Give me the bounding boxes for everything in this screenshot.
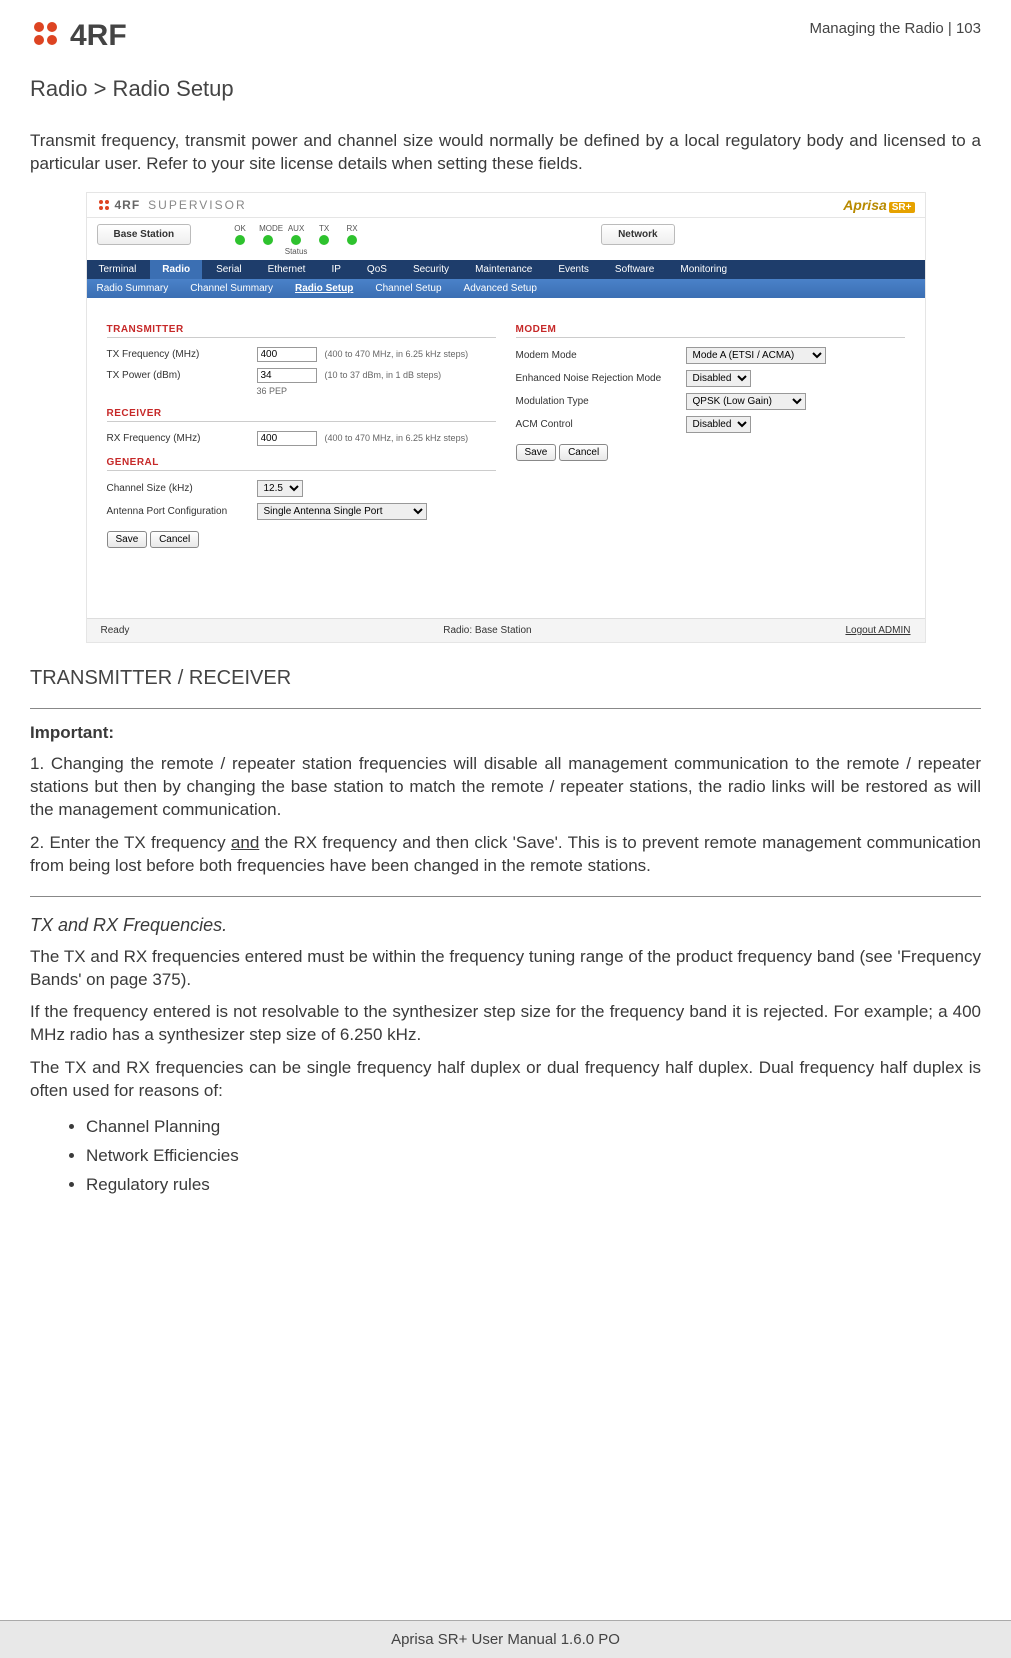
enr-label: Enhanced Noise Rejection Mode <box>516 373 686 384</box>
tx-power-hint: (10 to 37 dBm, in 1 dB steps) <box>325 370 442 380</box>
status-leds: OKMODEAUXTXRX Status <box>231 224 361 256</box>
nav-item-serial[interactable]: Serial <box>204 260 254 279</box>
main-nav: TerminalRadioSerialEthernetIPQoSSecurity… <box>87 260 925 279</box>
subnav-item-advanced-setup[interactable]: Advanced Setup <box>454 279 547 298</box>
tx-power-label: TX Power (dBm) <box>107 370 257 381</box>
important-note-1: 1. Changing the remote / repeater statio… <box>30 753 981 822</box>
subnav-item-channel-setup[interactable]: Channel Setup <box>365 279 451 298</box>
nav-item-software[interactable]: Software <box>603 260 666 279</box>
freq-para-2: If the frequency entered is not resolvab… <box>30 1001 981 1047</box>
led-header: AUX <box>287 224 305 233</box>
freq-para-3: The TX and RX frequencies can be single … <box>30 1057 981 1103</box>
logo-text: 4RF <box>70 19 127 53</box>
nav-item-terminal[interactable]: Terminal <box>87 260 149 279</box>
antenna-port-label: Antenna Port Configuration <box>107 506 257 517</box>
led-header: MODE <box>259 224 277 233</box>
mod-type-select[interactable]: QPSK (Low Gain) <box>686 393 806 410</box>
transmitter-header: TRANSMITTER <box>107 324 496 338</box>
status-ready: Ready <box>101 625 130 636</box>
nav-item-events[interactable]: Events <box>546 260 601 279</box>
modem-mode-label: Modem Mode <box>516 350 686 361</box>
nav-item-qos[interactable]: QoS <box>355 260 399 279</box>
acm-label: ACM Control <box>516 419 686 430</box>
subnav-item-channel-summary[interactable]: Channel Summary <box>180 279 283 298</box>
general-header: GENERAL <box>107 457 496 471</box>
list-item: Channel Planning <box>86 1113 981 1142</box>
modem-mode-select[interactable]: Mode A (ETSI / ACMA) <box>686 347 826 364</box>
page-footer: Aprisa SR+ User Manual 1.6.0 PO <box>0 1620 1011 1658</box>
list-item: Regulatory rules <box>86 1171 981 1200</box>
led-header: OK <box>231 224 249 233</box>
led-header: TX <box>315 224 333 233</box>
tx-power-input[interactable] <box>257 368 317 383</box>
cancel-button-left[interactable]: Cancel <box>150 531 199 548</box>
divider <box>30 708 981 709</box>
mod-type-label: Modulation Type <box>516 396 686 407</box>
subnav-item-radio-summary[interactable]: Radio Summary <box>87 279 179 298</box>
acm-select[interactable]: Disabled <box>686 416 751 433</box>
network-tab[interactable]: Network <box>601 224 674 245</box>
page-title: Radio > Radio Setup <box>30 76 981 102</box>
logout-link[interactable]: Logout ADMIN <box>845 625 910 636</box>
save-button-right[interactable]: Save <box>516 444 557 461</box>
nav-item-radio[interactable]: Radio <box>150 260 202 279</box>
header-page-info: Managing the Radio | 103 <box>809 18 981 37</box>
intro-paragraph: Transmit frequency, transmit power and c… <box>30 130 981 176</box>
important-title: Important: <box>30 723 981 743</box>
channel-size-label: Channel Size (kHz) <box>107 483 257 494</box>
channel-size-select[interactable]: 12.5 <box>257 480 303 497</box>
tx-freq-label: TX Frequency (MHz) <box>107 349 257 360</box>
tx-freq-input[interactable] <box>257 347 317 362</box>
rx-freq-label: RX Frequency (MHz) <box>107 433 257 444</box>
enr-select[interactable]: Disabled <box>686 370 751 387</box>
save-button-left[interactable]: Save <box>107 531 148 548</box>
nav-item-security[interactable]: Security <box>401 260 461 279</box>
ss-logo-dots-icon <box>97 198 111 212</box>
nav-item-monitoring[interactable]: Monitoring <box>668 260 739 279</box>
tx-freq-hint: (400 to 470 MHz, in 6.25 kHz steps) <box>325 349 469 359</box>
rx-freq-hint: (400 to 470 MHz, in 6.25 kHz steps) <box>325 433 469 443</box>
tx-power-note: 36 PEP <box>257 386 496 400</box>
supervisor-screenshot: 4RF SUPERVISOR AprisaSR+ Base Station OK… <box>86 192 926 643</box>
cancel-button-right[interactable]: Cancel <box>559 444 608 461</box>
tx-rx-freq-subtitle: TX and RX Frequencies. <box>30 915 981 936</box>
base-station-tab[interactable]: Base Station <box>97 224 192 245</box>
logo-dots-icon <box>30 18 66 54</box>
rx-freq-input[interactable] <box>257 431 317 446</box>
sub-nav: Radio SummaryChannel SummaryRadio SetupC… <box>87 279 925 298</box>
led-header: RX <box>343 224 361 233</box>
modem-header: MODEM <box>516 324 905 338</box>
important-note-2: 2. Enter the TX frequency and the RX fre… <box>30 832 981 878</box>
nav-item-ip[interactable]: IP <box>319 260 352 279</box>
reasons-list: Channel PlanningNetwork EfficienciesRegu… <box>30 1113 981 1200</box>
freq-para-1: The TX and RX frequencies entered must b… <box>30 946 981 992</box>
nav-item-maintenance[interactable]: Maintenance <box>463 260 544 279</box>
logo-4rf: 4RF <box>30 18 127 54</box>
subnav-item-radio-setup[interactable]: Radio Setup <box>285 279 363 298</box>
ss-brand: 4RF SUPERVISOR <box>97 198 247 212</box>
divider <box>30 896 981 897</box>
list-item: Network Efficiencies <box>86 1142 981 1171</box>
nav-item-ethernet[interactable]: Ethernet <box>256 260 318 279</box>
ss-aprisa-logo: AprisaSR+ <box>843 197 914 213</box>
receiver-header: RECEIVER <box>107 408 496 422</box>
transmitter-receiver-heading: TRANSMITTER / RECEIVER <box>30 667 981 690</box>
antenna-port-select[interactable]: Single Antenna Single Port <box>257 503 427 520</box>
status-radio: Radio: Base Station <box>443 625 531 636</box>
